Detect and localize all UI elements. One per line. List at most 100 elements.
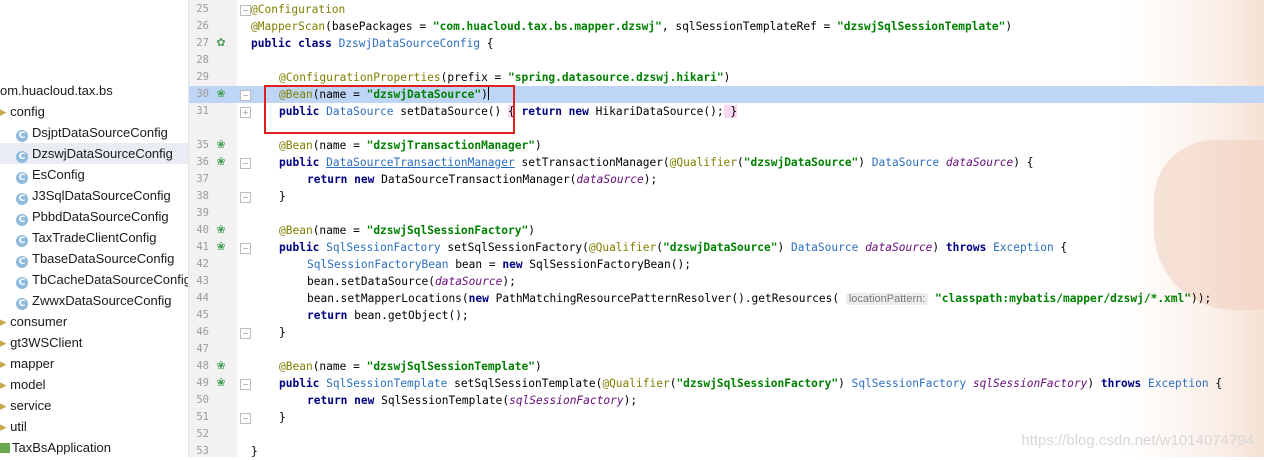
type-token: SqlSessionFactoryBean <box>307 258 449 271</box>
class-label: DsjptDataSourceConfig <box>32 125 168 140</box>
code-line-43[interactable]: bean.setDataSource(dataSource); <box>307 273 516 290</box>
fold-marker-icon[interactable]: + <box>240 107 251 118</box>
tree-class-item[interactable]: C TaxTradeClientConfig <box>16 227 157 248</box>
line-number: 37 <box>196 173 209 185</box>
string-token: "com.huacloud.tax.bs.mapper.dzswj" <box>432 20 662 33</box>
spring-bean-icon[interactable]: ❀ <box>214 359 228 373</box>
param-token: dataSource <box>939 156 1014 169</box>
line-number: 29 <box>196 71 209 83</box>
line-number: 35 <box>196 139 209 151</box>
tree-folder-model[interactable]: ▸ model <box>0 374 46 395</box>
string-token: "classpath:mybatis/mapper/dzswj/*.xml" <box>935 292 1191 305</box>
tree-folder-util[interactable]: ▸ util <box>0 416 27 437</box>
spring-config-icon[interactable]: ✿ <box>214 36 228 50</box>
code-line-42[interactable]: SqlSessionFactoryBean bean = new SqlSess… <box>307 256 691 273</box>
code-line-48[interactable]: @Bean(name = "dzswjSqlSessionTemplate") <box>279 358 542 375</box>
spring-bean-icon[interactable]: ❀ <box>214 376 228 390</box>
code-line-44[interactable]: bean.setMapperLocations(new PathMatching… <box>307 290 1211 307</box>
code-line-49[interactable]: public SqlSessionTemplate setSqlSessionT… <box>279 375 1222 392</box>
tree-folder-gt3wsclient[interactable]: ▸ gt3WSClient <box>0 332 82 353</box>
tree-folder-config[interactable]: ▸ config <box>0 101 45 122</box>
spring-bean-icon[interactable]: ❀ <box>214 138 228 152</box>
spring-bean-icon[interactable]: ❀ <box>214 240 228 254</box>
tree-class-item[interactable]: C ZwwxDataSourceConfig <box>16 290 171 311</box>
fold-marker-icon[interactable]: − <box>240 379 251 390</box>
fold-marker-icon[interactable]: − <box>240 243 251 254</box>
code-token: (basePackages = <box>325 20 433 33</box>
tree-class-item[interactable]: C TbaseDataSourceConfig <box>16 248 174 269</box>
code-line-26[interactable]: @MapperScan(basePackages = "com.huacloud… <box>251 18 1012 35</box>
code-token: } <box>251 445 258 458</box>
tree-class-item[interactable]: C DsjptDataSourceConfig <box>16 122 168 143</box>
keyword-token: public <box>279 377 327 390</box>
folder-label: config <box>10 104 45 119</box>
param-token: dataSource <box>576 173 644 186</box>
fold-marker-icon[interactable]: − <box>240 413 251 424</box>
code-token: setSqlSessionTemplate( <box>447 377 603 390</box>
code-line-45[interactable]: return bean.getObject(); <box>307 307 469 324</box>
spring-bean-icon[interactable]: ❀ <box>214 155 228 169</box>
code-line-37[interactable]: return new DataSourceTransactionManager(… <box>307 171 657 188</box>
annotation-token: @Configuration <box>251 3 346 16</box>
fold-marker-icon[interactable]: − <box>240 192 251 203</box>
tree-folder-consumer[interactable]: ▸ consumer <box>0 311 67 332</box>
spring-bean-icon[interactable]: ❀ <box>214 223 228 237</box>
folder-label: mapper <box>10 356 55 371</box>
tree-app-class[interactable]: TaxBsApplication <box>0 437 111 457</box>
code-token: { <box>1053 241 1068 254</box>
tree-class-item-selected[interactable]: C DzswjDataSourceConfig <box>0 143 188 164</box>
code-line-53[interactable]: } <box>251 443 258 460</box>
code-line-51[interactable]: } <box>279 409 286 426</box>
annotation-token: @MapperScan <box>251 20 326 33</box>
class-label: TaxTradeClientConfig <box>32 230 157 245</box>
tree-class-item[interactable]: C TbCacheDataSourceConfig <box>16 269 188 290</box>
string-token: "dzswjDataSource" <box>662 241 778 254</box>
code-line-50[interactable]: return new SqlSessionTemplate(sqlSession… <box>307 392 637 409</box>
class-icon: C <box>16 151 28 163</box>
fold-marker-icon[interactable]: − <box>240 5 251 16</box>
type-token: DataSource <box>790 241 859 254</box>
tree-package-root[interactable]: om.huacloud.tax.bs <box>0 80 113 101</box>
class-icon: C <box>16 256 28 268</box>
type-token: DzswjDataSourceConfig <box>338 37 481 50</box>
code-line-36[interactable]: public DataSourceTransactionManager setT… <box>279 154 1033 171</box>
code-line-25[interactable]: @Configuration <box>251 1 345 18</box>
fold-marker-icon[interactable]: − <box>240 328 251 339</box>
folder-label: util <box>10 419 27 434</box>
code-line-27[interactable]: public class DzswjDataSourceConfig { <box>251 35 494 52</box>
class-label: DzswjDataSourceConfig <box>32 146 173 161</box>
keyword-token: return <box>307 309 355 322</box>
code-line-35[interactable]: @Bean(name = "dzswjTransactionManager") <box>279 137 542 154</box>
line-number: 48 <box>196 360 209 372</box>
code-token: PathMatchingResourcePatternResolver().ge… <box>495 292 846 305</box>
line-number: 30 <box>196 88 209 100</box>
code-token: ) <box>838 377 852 390</box>
annotation-token: @Qualifier <box>602 377 670 390</box>
tree-folder-mapper[interactable]: ▸ mapper <box>0 353 54 374</box>
line-number: 49 <box>196 377 209 389</box>
line-number: 40 <box>196 224 209 236</box>
line-number: 45 <box>196 309 209 321</box>
code-line-46[interactable]: } <box>279 324 286 341</box>
code-token: ); <box>502 275 516 288</box>
code-token: setTransactionManager( <box>514 156 670 169</box>
tree-class-item[interactable]: C J3SqlDataSourceConfig <box>16 185 171 206</box>
code-token: } <box>279 411 286 424</box>
tree-folder-service[interactable]: ▸ service <box>0 395 51 416</box>
tree-class-item[interactable]: C PbbdDataSourceConfig <box>16 206 169 227</box>
keyword-token: return new <box>307 173 382 186</box>
code-line-38[interactable]: } <box>279 188 286 205</box>
fold-marker-icon[interactable]: − <box>240 90 251 101</box>
annotation-token: @Bean <box>279 224 313 237</box>
code-line-29[interactable]: @ConfigurationProperties(prefix = "sprin… <box>279 69 730 86</box>
code-line-41[interactable]: public SqlSessionFactory setSqlSessionFa… <box>279 239 1067 256</box>
tree-class-item[interactable]: C EsConfig <box>16 164 85 185</box>
string-token: "dzswjSqlSessionFactory" <box>676 377 839 390</box>
code-token: setSqlSessionFactory( <box>440 241 589 254</box>
param-token: dataSource <box>434 275 503 288</box>
spring-bean-icon[interactable]: ❀ <box>214 87 228 101</box>
code-line-40[interactable]: @Bean(name = "dzswjSqlSessionFactory") <box>279 222 535 239</box>
fold-marker-icon[interactable]: − <box>240 158 251 169</box>
keyword-token: return new <box>307 394 382 407</box>
code-token: ); <box>623 394 638 407</box>
